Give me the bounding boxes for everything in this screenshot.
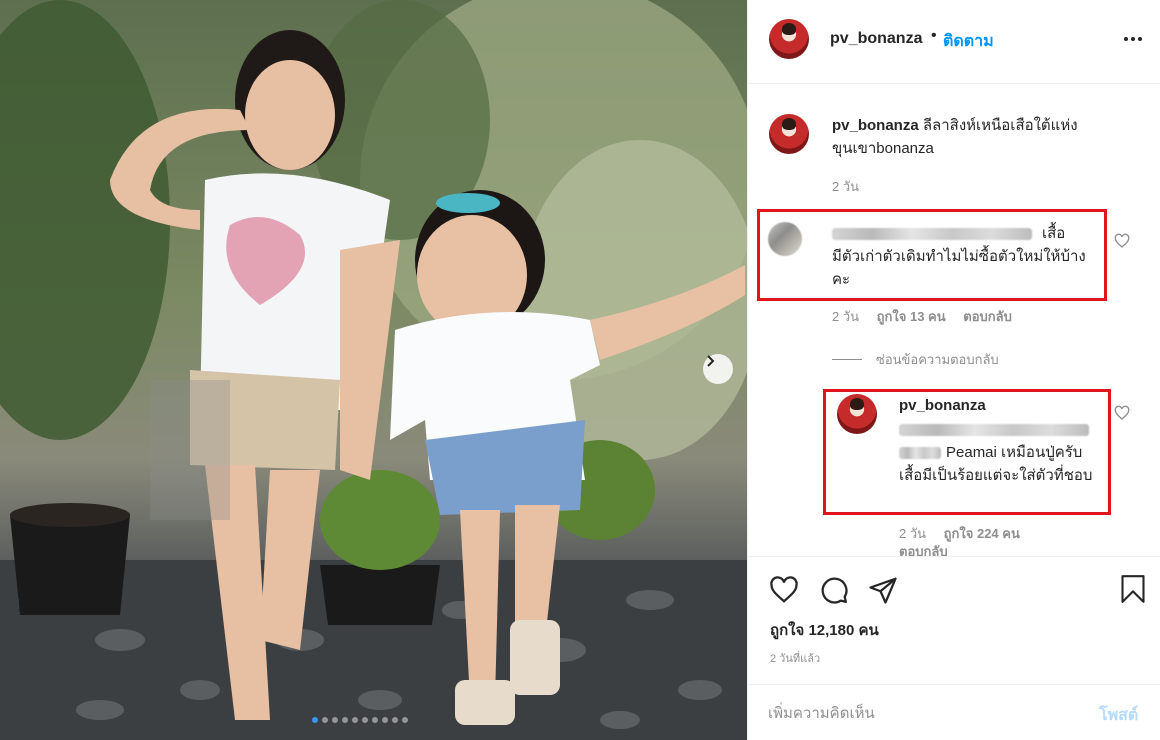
comment-likes[interactable]: ถูกใจ 13 คน xyxy=(877,309,946,324)
photo-illustration xyxy=(0,0,747,740)
chevron-right-icon xyxy=(707,355,715,367)
carousel-dot xyxy=(352,717,358,723)
highlight-box-comment xyxy=(757,209,1107,301)
hide-replies-line xyxy=(832,359,862,360)
add-comment-input[interactable] xyxy=(768,701,1088,725)
post-likes-count[interactable]: ถูกใจ 12,180 คน xyxy=(770,618,879,642)
carousel-dot xyxy=(342,717,348,723)
caption-avatar[interactable] xyxy=(769,114,809,154)
carousel-dot xyxy=(322,717,328,723)
caption-text-block: pv_bonanza ลีลาสิงห์เหนือเสือใต้แห่งขุนเ… xyxy=(832,114,1132,160)
reply-time: 2 วัน xyxy=(899,526,927,541)
carousel-dot xyxy=(392,717,398,723)
header-username[interactable]: pv_bonanza xyxy=(830,30,922,48)
reply-like-heart-icon[interactable] xyxy=(1114,405,1130,421)
carousel-dots xyxy=(312,717,408,723)
carousel-dot xyxy=(372,717,378,723)
bookmark-icon[interactable] xyxy=(1119,573,1147,605)
post-side-panel: pv_bonanza • ติดตาม pv_bonanza ลีลาสิงห์… xyxy=(747,0,1160,740)
share-send-icon[interactable] xyxy=(868,575,898,605)
carousel-dot xyxy=(312,717,318,723)
carousel-next-button[interactable] xyxy=(703,354,733,384)
post-photo[interactable] xyxy=(0,0,747,740)
carousel-dot xyxy=(382,717,388,723)
carousel-dot xyxy=(332,717,338,723)
follow-button[interactable]: ติดตาม xyxy=(943,29,994,54)
post-comment-button[interactable]: โพสต์ xyxy=(1099,703,1138,728)
hide-replies-toggle[interactable]: ซ่อนข้อความตอบกลับ xyxy=(832,349,999,370)
comment-meta: 2 วัน ถูกใจ 13 คน ตอบกลับ xyxy=(832,306,1026,327)
hide-replies-label: ซ่อนข้อความตอบกลับ xyxy=(876,352,999,367)
post-header: pv_bonanza • ติดตาม xyxy=(748,0,1160,84)
post-actions: ถูกใจ 12,180 คน 2 วันที่แล้ว xyxy=(748,556,1160,670)
add-comment-bar: โพสต์ xyxy=(748,684,1160,740)
like-heart-icon[interactable] xyxy=(768,575,800,605)
comment-time: 2 วัน xyxy=(832,309,860,324)
highlight-box-reply xyxy=(823,389,1111,515)
more-horizontal-icon[interactable] xyxy=(1124,37,1142,41)
caption-username[interactable]: pv_bonanza xyxy=(832,117,919,134)
header-separator: • xyxy=(931,27,937,44)
reply-likes[interactable]: ถูกใจ 224 คน xyxy=(944,526,1020,541)
carousel-dot xyxy=(402,717,408,723)
comment-reply-button[interactable]: ตอบกลับ xyxy=(963,309,1012,324)
caption-time: 2 วัน xyxy=(832,179,860,194)
comment-bubble-icon[interactable] xyxy=(819,575,849,605)
comment-like-heart-icon[interactable] xyxy=(1114,233,1130,249)
carousel-dot xyxy=(362,717,368,723)
post-timestamp: 2 วันที่แล้ว xyxy=(770,653,821,665)
avatar[interactable] xyxy=(769,19,809,59)
